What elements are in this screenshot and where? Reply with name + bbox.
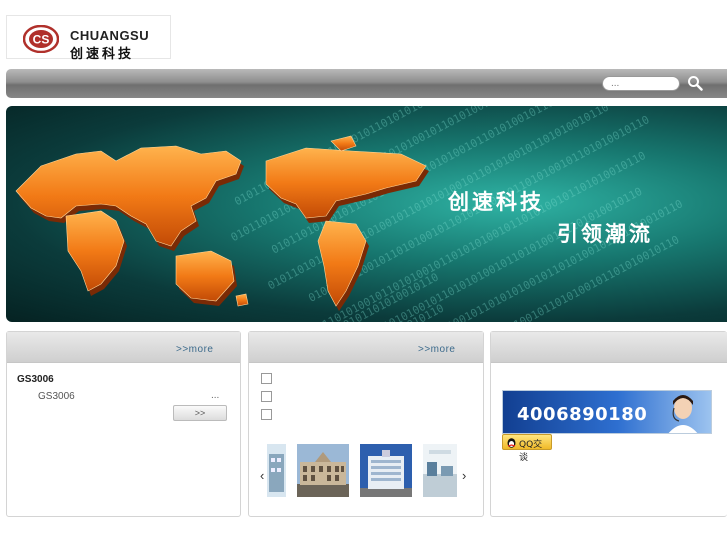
thumbnails-prev-arrow[interactable]: ‹ — [260, 468, 264, 483]
building-image-icon — [267, 444, 286, 497]
list-checkbox-icon[interactable] — [261, 409, 272, 420]
list-checkbox-icon[interactable] — [261, 391, 272, 402]
qq-chat-button[interactable]: QQ交谈 — [502, 434, 552, 463]
panel-header: >>more — [249, 332, 483, 363]
world-map-illustration — [15, 135, 429, 311]
site-logo[interactable]: CS CHUANGSU 创速科技 — [6, 15, 171, 62]
product-detail-button[interactable]: >> — [173, 405, 227, 421]
office-building-image-icon — [360, 444, 412, 497]
palace-image-icon — [297, 444, 349, 497]
product-subtitle[interactable]: GS3006 — [38, 391, 75, 402]
cs-logo-icon: CS — [23, 25, 59, 53]
qq-chat-label: QQ交谈 — [519, 440, 543, 463]
case-thumbnail[interactable] — [267, 444, 286, 497]
products-panel: >>more GS3006 GS3006 ... >> — [6, 331, 241, 517]
case-thumbnail[interactable] — [423, 444, 457, 497]
nav-bar — [6, 69, 727, 98]
contact-panel: 4006890180 QQ交谈 — [490, 331, 727, 517]
products-more-link[interactable]: >>more — [176, 344, 213, 355]
banner-slogan-line1: 创速科技 — [448, 190, 544, 214]
banner-slogan-line2: 引领潮流 — [557, 222, 653, 246]
logo-mark-text: CS — [33, 33, 50, 47]
list-checkbox-icon[interactable] — [261, 373, 272, 384]
panel-header: >>more — [7, 332, 240, 363]
search-input[interactable] — [602, 76, 680, 91]
cases-panel: >>more ‹ › — [248, 331, 484, 517]
logo-brand-english: CHUANGSU — [70, 28, 150, 43]
logo-brand-chinese: 创速科技 — [70, 47, 135, 62]
qq-penguin-icon — [507, 438, 516, 448]
customer-service-agent-icon — [668, 395, 698, 433]
hero-banner[interactable]: 0101101010010110101001011010101001011010… — [6, 106, 727, 322]
thumbnails-next-arrow[interactable]: › — [462, 468, 466, 483]
product-title[interactable]: GS3006 — [17, 374, 54, 385]
panel-header — [491, 332, 727, 363]
interior-image-icon — [423, 444, 457, 497]
hotline-phone-number: 4006890180 — [517, 404, 648, 425]
case-thumbnail[interactable] — [360, 444, 412, 497]
hotline-banner[interactable]: 4006890180 — [502, 390, 712, 434]
case-thumbnail[interactable] — [297, 444, 349, 497]
cases-more-link[interactable]: >>more — [418, 344, 455, 355]
search-icon[interactable] — [687, 75, 703, 91]
product-ellipsis: ... — [211, 390, 220, 401]
